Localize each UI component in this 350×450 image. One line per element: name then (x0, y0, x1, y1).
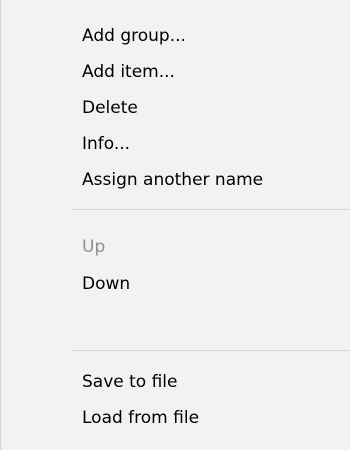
menu-item-add-item[interactable]: Add item... (1, 54, 350, 90)
menu-item-info[interactable]: Info... (1, 126, 350, 162)
menu-item-assign-another-name[interactable]: Assign another name (1, 162, 350, 198)
menu-separator (72, 209, 350, 210)
menu-item-down[interactable]: Down (1, 266, 350, 302)
context-menu: Add group... Add item... Delete Info... … (0, 0, 350, 450)
menu-item-save-to-file[interactable]: Save to file (1, 364, 350, 400)
menu-item-add-group[interactable]: Add group... (1, 18, 350, 54)
menu-separator (72, 350, 350, 351)
menu-item-delete[interactable]: Delete (1, 90, 350, 126)
menu-item-up: Up (82, 237, 106, 257)
menu-item-load-from-file[interactable]: Load from file (1, 400, 350, 436)
